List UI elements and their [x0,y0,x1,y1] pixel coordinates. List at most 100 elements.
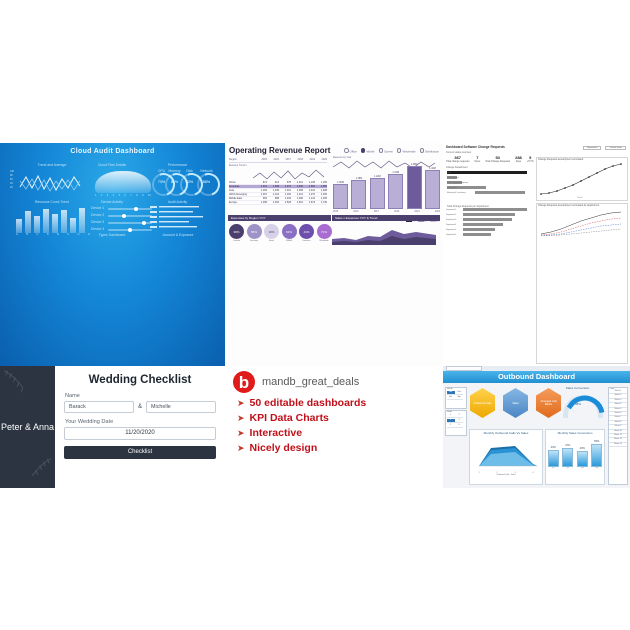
bar-label-5: 1.40M [429,167,436,170]
wedding-ampersand: & [137,404,142,410]
total-bar-4 [463,227,495,232]
wedding-date-input[interactable]: 11/20/2020 [63,427,216,440]
outbound-title: Outbound Dashboard [443,371,630,383]
cloud-slider-2[interactable] [108,220,152,225]
wedding-checklist-thumb[interactable]: Peter & Anna Wedding Checklist Name Bara… [0,366,225,488]
wedding-checklist-button[interactable]: Checklist [63,446,216,459]
cloud-panel-title-7: Account & Exposure [162,233,194,237]
outbound-hexagons: Outbound Calls Sales Arranged Call Backs [470,388,561,418]
trend-legend-0[interactable]: CY [405,221,415,223]
conv-label-1: 47% [565,444,571,447]
cloud-panel-title-0: Trend and Average [37,163,67,167]
cloud-audit-dashboard-thumb[interactable]: Cloud Audit Dashboard Trend and Average … [0,143,225,366]
bar-label-2: 1.24M [373,175,381,178]
total-bar-1 [463,212,515,217]
bar-label-0: 1.08M [337,181,344,184]
promo-bullet-2: ➤ Interactive [237,427,437,439]
legend-item-2[interactable]: Screen [378,148,393,154]
cumulated-dept-title: Change Requests development cumulated by… [538,204,600,207]
promo-bullet-0: ➤ 50 editable dashboards [237,397,437,409]
legend-dot-2 [378,148,384,153]
change-requests-filters[interactable]: Department Current status [582,146,626,150]
col-2018: 2018 [297,158,303,161]
cloud-panel-title-6: Types Dashboard [98,233,126,237]
change-requests-dashboard-thumb[interactable]: Dashboard Software Change Requests Depar… [443,143,630,366]
dept-bar-4 [475,190,525,195]
cumulated-line-chart [540,163,622,195]
conv-label-3: 56% [594,440,600,443]
cloud-slider-label-1: Device 2 [91,213,105,217]
legend-dot-0 [344,148,349,153]
filter-department[interactable]: Department [582,146,602,150]
bubble-4: 44% [299,224,314,239]
revenue-column-xaxis: 2015 2016 2017 2018 2019 2020 [333,211,440,213]
outbound-week-filter[interactable]: Week 1 2 3 4 5 6 [445,410,467,436]
wedding-couple-panel: Peter & Anna [0,366,55,488]
col-2019: 2019 [309,158,315,161]
promo-bullet-1: ➤ KPI Data Charts [237,412,437,424]
arrow-bullet-icon: ➤ [237,427,245,438]
promo-bullet-3: ➤ Nicely design [237,442,437,454]
wedding-first-name-input[interactable]: Barack [63,401,134,413]
operating-revenue-legend[interactable]: Office Mobile Screen Wholesale Distribut… [344,148,439,154]
revenue-table[interactable]: Region 2015 2016 2017 2018 2019 2020 Rev… [229,158,327,205]
wedding-form-panel[interactable]: Wedding Checklist Name Barack & Michelle… [54,366,225,488]
cloud-flow-mound [95,171,151,193]
legend-dot-3 [396,148,402,153]
monthly-conversion-xaxis: Q1 Q2 Q3 Q4 [551,467,599,469]
monthly-conversion-bars: 43% 47% 40% 56% [546,440,604,467]
col-region: Region [229,158,237,161]
cloud-panel-title-4: Device Activity [101,200,123,204]
legend-item-4[interactable]: Distribution [419,148,439,154]
trend-legend-1[interactable]: LY [417,221,427,223]
cloud-slider-1[interactable] [108,213,152,218]
sales-conversion-title: Sales Conversion [565,386,590,390]
bubble-2: 18% [264,224,279,239]
kpi-1: 7 Open [474,155,481,163]
revenue-table-sparkline [252,169,325,179]
total-bar-3 [463,222,503,227]
total-bar-0 [463,208,527,212]
legend-item-0[interactable]: Office [344,148,357,154]
wedding-date-label: Your Wedding Date [64,419,114,425]
wedding-second-name-input[interactable]: Michelle [146,401,216,413]
monthly-calls-title: Monthly Outbound Calls Vs Sales [483,431,529,435]
b-logo-icon: b [233,371,255,393]
seller-name: mandb_great_deals [262,376,360,388]
promo-bullet-text-3: Nicely design [249,442,318,454]
operating-revenue-report-thumb[interactable]: Operating Revenue Report Office Mobile S… [225,143,443,366]
sales-conversion-gauge [563,387,613,430]
hex-arranged-call-backs: Arranged Call Backs [536,388,561,418]
bar-label-3: 1.31M [392,171,399,174]
kpi-2: 53 Total Change Requests [485,155,511,163]
cloud-slider-0[interactable] [108,206,152,211]
cloud-panel-title-1: Cloud Flow Details [97,163,127,167]
promo-bullet-text-0: 50 editable dashboards [249,397,367,409]
table-row[interactable]: Europe 1,395 1,463 1,528 1,601 1,673 1,7… [229,201,327,205]
cloud-panel-title-5: Audit Activity [167,200,188,204]
fern-decoration-icon-2 [31,458,52,476]
kpi-3: 288 days [515,155,522,163]
total-bar-5 [463,232,491,237]
filter-status[interactable]: Current status [605,146,626,150]
arrow-bullet-icon: ➤ [237,397,245,408]
cloud-audit-title: Cloud Audit Dashboard [70,148,155,155]
cumulated-chart-title: Change Requests development cumulated [538,158,584,161]
cloud-panel-title-2: Performance [167,163,188,167]
outbound-month-filter[interactable]: Month Jan Feb Mar Apr [445,387,467,409]
overview-label: Current status overview [446,151,472,154]
revenue-column-chart: 1.08M 1.18M 1.24M 1.31M 1.46M 1.40M [333,163,440,209]
legend-item-3[interactable]: Wholesale [396,148,416,154]
total-bar-2 [463,217,512,222]
arrow-bullet-icon: ➤ [237,442,245,453]
cloud-slider-3[interactable] [108,227,152,232]
cloud-slider-label-2: Device 3 [91,220,105,224]
outbound-dashboard-thumb[interactable]: Outbound Dashboard Month Jan Feb Mar Apr… [443,366,630,488]
wedding-name-row[interactable]: Barack & Michelle [63,401,216,413]
trend-legend-2[interactable]: PY [429,221,439,223]
legend-item-1[interactable]: Mobile [360,148,375,154]
monthly-calls-area-chart [479,446,537,467]
seller-promo-panel: b mandb_great_deals ➤ 50 editable dashbo… [225,366,443,488]
outbound-date-panel[interactable]: Date Week 1 Week 2 Week 3 Week 4 Week 5 … [608,387,628,485]
trend-legend[interactable]: CY LY PY [405,221,439,223]
